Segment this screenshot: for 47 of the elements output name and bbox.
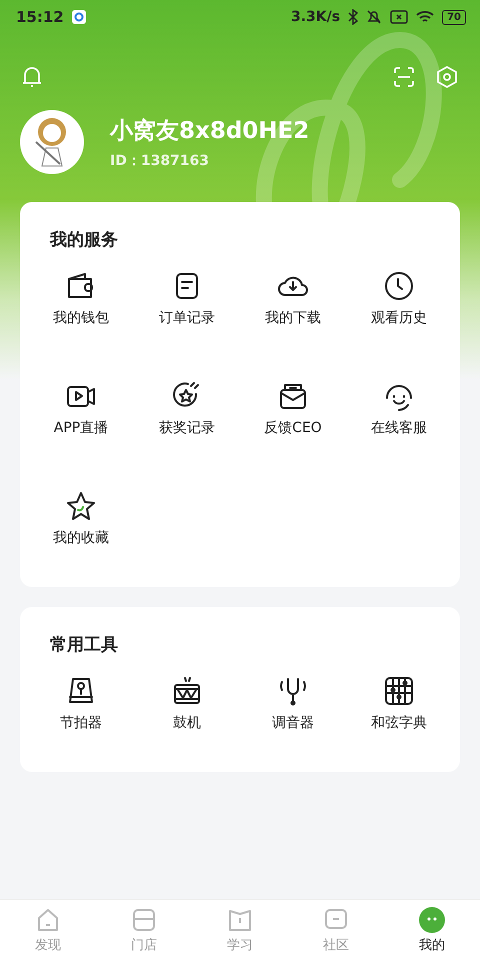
star-icon (64, 489, 98, 523)
service-label: 我的钱包 (53, 309, 109, 327)
tab[interactable]: 我的 (384, 900, 480, 960)
bell-icon[interactable] (22, 66, 42, 88)
battery-level: 70 (442, 10, 466, 24)
tool-label: 调音器 (272, 714, 314, 732)
service-label: 在线客服 (371, 419, 427, 437)
service-item[interactable]: 我的钱包 (28, 269, 134, 327)
service-label: 反馈CEO (264, 419, 322, 437)
wifi-icon (416, 10, 434, 24)
app-icon (72, 10, 86, 24)
service-label: 获奖记录 (159, 419, 215, 437)
clock-icon (382, 269, 416, 303)
chord-chart-icon (382, 674, 416, 708)
service-item[interactable]: 获奖记录 (134, 379, 240, 437)
tool-label: 和弦字典 (371, 714, 427, 732)
user-name: 小窝友8x8d0HE2 (110, 116, 310, 146)
tool-item[interactable]: 节拍器 (28, 674, 134, 732)
service-item[interactable]: 订单记录 (134, 269, 240, 327)
service-item[interactable]: 反馈CEO (240, 379, 346, 437)
service-label: 观看历史 (371, 309, 427, 327)
service-item[interactable]: APP直播 (28, 379, 134, 437)
service-label: 我的下载 (265, 309, 321, 327)
network-speed: 3.3K/s (290, 9, 340, 25)
service-item[interactable]: 在线客服 (346, 379, 452, 437)
bell-muted-icon (366, 9, 382, 25)
service-item[interactable]: 我的下载 (240, 269, 346, 327)
service-item[interactable]: 观看历史 (346, 269, 452, 327)
tool-item[interactable]: 鼓机 (134, 674, 240, 732)
tool-label: 鼓机 (173, 714, 201, 732)
service-item[interactable]: 我的收藏 (28, 489, 134, 547)
sim-icon (390, 10, 408, 24)
service-label: 我的收藏 (53, 529, 109, 547)
scan-icon[interactable] (394, 67, 414, 87)
face-icon (418, 906, 446, 934)
bluetooth-icon (348, 9, 358, 25)
user-id: ID：1387163 (110, 152, 210, 170)
service-label: 订单记录 (159, 309, 215, 327)
status-time: 15:12 (16, 8, 64, 26)
tool-item[interactable]: 调音器 (240, 674, 346, 732)
store-icon (130, 906, 158, 934)
tool-label: 节拍器 (60, 714, 102, 732)
service-label: APP直播 (54, 419, 108, 437)
section-title: 我的服务 (48, 229, 119, 251)
tool-item[interactable]: 和弦字典 (346, 674, 452, 732)
settings-icon[interactable] (436, 66, 458, 88)
section-title: 常用工具 (49, 634, 119, 656)
